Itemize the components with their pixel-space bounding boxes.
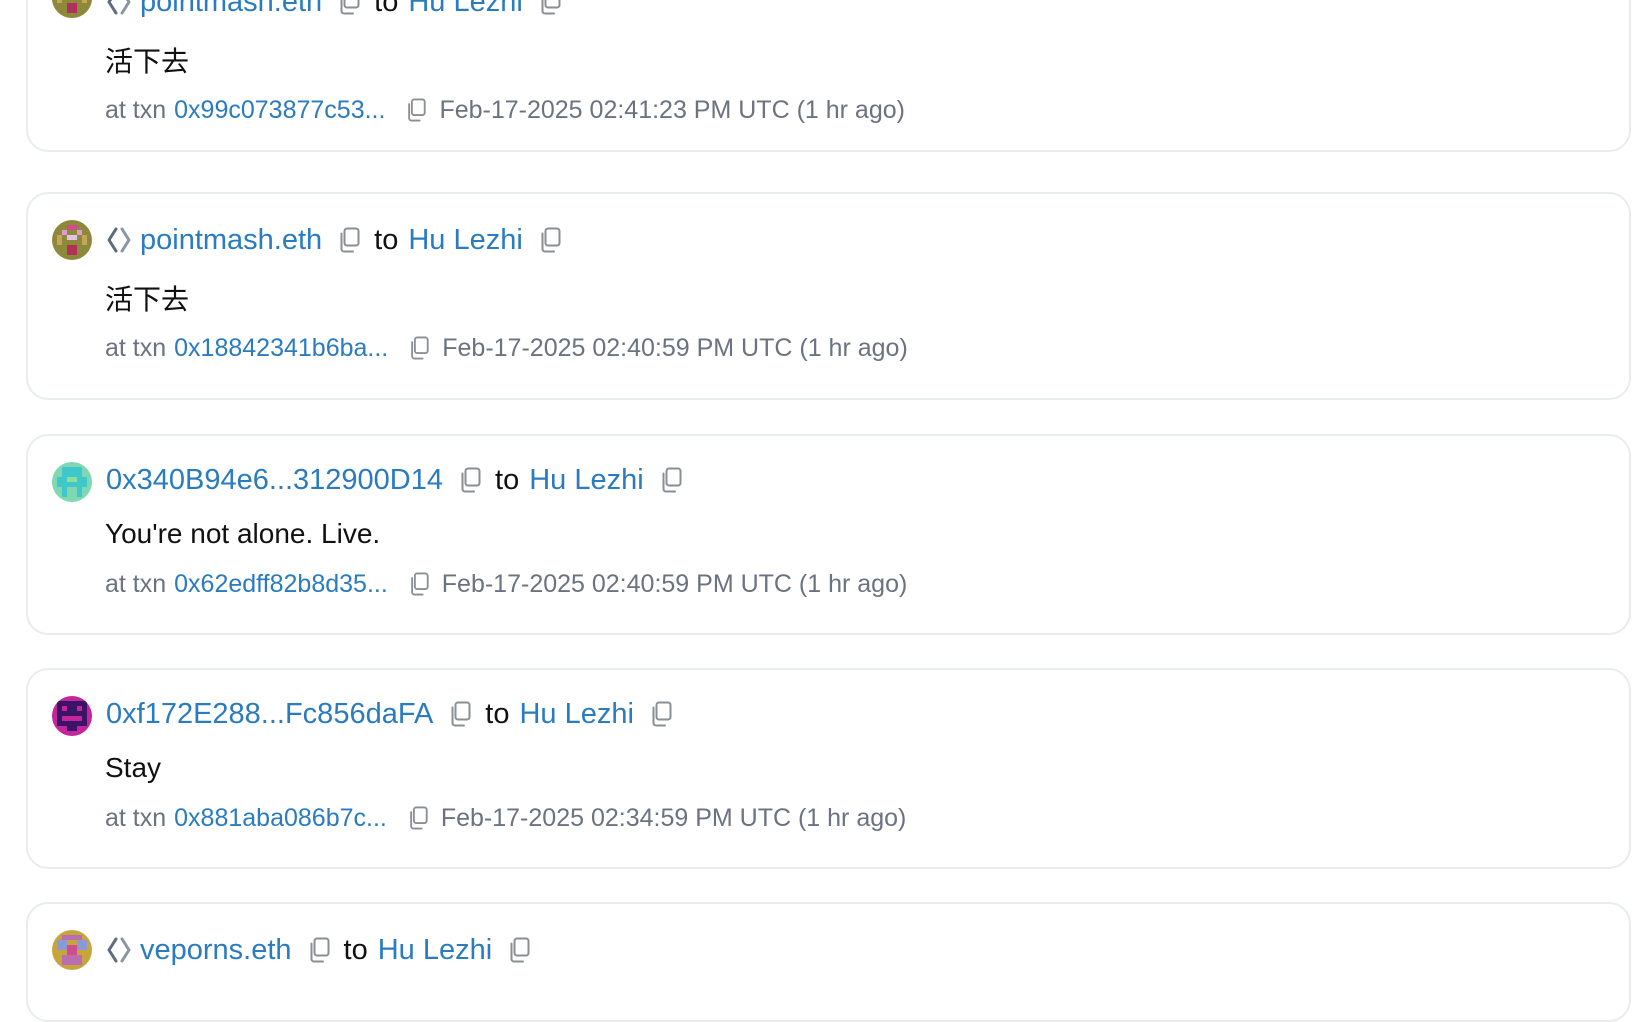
- sender-link[interactable]: 0xf172E288...Fc856daFA: [106, 698, 433, 731]
- sender-link[interactable]: pointmash.eth: [140, 224, 322, 257]
- recipient-link[interactable]: Hu Lezhi: [378, 934, 492, 967]
- copy-icon[interactable]: [506, 936, 532, 964]
- timestamp: Feb-17-2025 02:40:59 PM UTC (1 hr ago): [442, 333, 908, 362]
- comment-card: veporns.eth to Hu Lezhi: [26, 902, 1631, 1022]
- copy-icon[interactable]: [537, 0, 563, 16]
- copy-icon[interactable]: [405, 98, 427, 122]
- copy-icon[interactable]: [408, 572, 430, 596]
- sender-link[interactable]: veporns.eth: [140, 934, 292, 967]
- comment-card: pointmash.eth to Hu Lezhi 活下去 at txn 0x1…: [26, 192, 1631, 400]
- timestamp: Feb-17-2025 02:40:59 PM UTC (1 hr ago): [441, 569, 908, 598]
- sender-link[interactable]: pointmash.eth: [140, 0, 322, 19]
- recipient-link[interactable]: Hu Lezhi: [408, 224, 522, 257]
- comment-message: Stay: [105, 752, 162, 783]
- timestamp: Feb-17-2025 02:34:59 PM UTC (1 hr ago): [440, 803, 907, 832]
- comment-card: pointmash.eth to Hu Lezhi 活下去 at txn 0x9…: [26, 0, 1631, 152]
- copy-icon[interactable]: [336, 0, 362, 16]
- comment-card: 0xf172E288...Fc856daFA to Hu Lezhi Stay …: [26, 668, 1631, 869]
- to-label: to: [374, 0, 399, 18]
- comment-card: 0x340B94e6...312900D14 to Hu Lezhi You'r…: [26, 434, 1631, 635]
- copy-icon[interactable]: [336, 226, 362, 254]
- copy-icon[interactable]: [407, 806, 429, 830]
- copy-icon[interactable]: [537, 226, 563, 254]
- copy-icon[interactable]: [457, 466, 483, 494]
- comment-message: 活下去: [105, 46, 190, 77]
- ens-icon: [106, 936, 132, 964]
- to-label: to: [374, 223, 399, 256]
- txn-hash-link[interactable]: 0x99c073877c53...: [174, 96, 385, 125]
- comment-message: You're not alone. Live.: [105, 518, 381, 549]
- comments-feed: pointmash.eth to Hu Lezhi 活下去 at txn 0x9…: [0, 0, 1640, 1022]
- ens-icon: [106, 226, 132, 254]
- txn-hash-link[interactable]: 0x881aba086b7c...: [174, 804, 387, 833]
- recipient-link[interactable]: Hu Lezhi: [529, 464, 643, 497]
- sender-link[interactable]: 0x340B94e6...312900D14: [106, 464, 443, 497]
- timestamp: Feb-17-2025 02:41:23 PM UTC (1 hr ago): [439, 95, 905, 124]
- ens-icon: [106, 0, 132, 16]
- at-txn-label: at txn: [105, 95, 167, 124]
- txn-hash-link[interactable]: 0x18842341b6ba...: [174, 334, 388, 363]
- comment-message: 活下去: [105, 284, 190, 315]
- at-txn-label: at txn: [105, 569, 167, 598]
- to-label: to: [495, 463, 520, 496]
- copy-icon[interactable]: [658, 466, 684, 494]
- copy-icon[interactable]: [648, 700, 674, 728]
- copy-icon[interactable]: [408, 336, 430, 360]
- at-txn-label: at txn: [105, 333, 167, 362]
- txn-hash-link[interactable]: 0x62edff82b8d35...: [174, 570, 388, 599]
- copy-icon[interactable]: [447, 700, 473, 728]
- recipient-link[interactable]: Hu Lezhi: [519, 698, 633, 731]
- copy-icon[interactable]: [306, 936, 332, 964]
- recipient-link[interactable]: Hu Lezhi: [408, 0, 522, 19]
- to-label: to: [343, 933, 368, 966]
- at-txn-label: at txn: [105, 803, 167, 832]
- to-label: to: [485, 697, 510, 730]
